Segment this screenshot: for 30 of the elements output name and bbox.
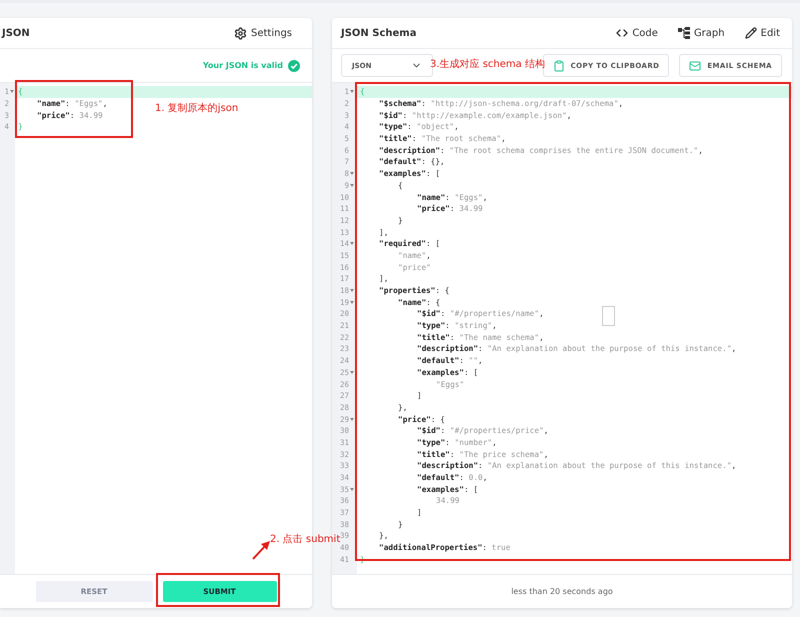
fold-icon[interactable] xyxy=(350,370,354,374)
view-tab[interactable]: Code xyxy=(616,27,658,39)
fold-icon[interactable] xyxy=(350,184,354,187)
hierarchy-icon xyxy=(678,27,690,39)
annotation-note: 1. 复制原本的json xyxy=(155,102,238,115)
code-icon xyxy=(616,27,628,39)
cursor-outline xyxy=(602,306,615,326)
fold-icon[interactable] xyxy=(350,488,354,491)
panel-title: JSON xyxy=(2,28,30,38)
validation-message: Your JSON is valid xyxy=(202,61,283,70)
clipboard-icon xyxy=(552,60,565,72)
pencil-icon xyxy=(744,27,757,39)
fold-icon[interactable] xyxy=(350,90,354,94)
fold-icon[interactable] xyxy=(350,242,354,246)
panel-title: JSON Schema xyxy=(341,28,416,38)
settings-button[interactable]: Settings xyxy=(234,26,292,40)
fold-icon[interactable] xyxy=(350,289,354,292)
annotation-note: 2. 点击 submit xyxy=(270,532,340,545)
fold-icon[interactable] xyxy=(350,300,354,304)
settings-icon xyxy=(234,26,247,40)
fold-icon[interactable] xyxy=(350,418,354,421)
check-circle-icon xyxy=(288,60,300,72)
view-tab[interactable]: Graph xyxy=(678,27,725,39)
mail-icon xyxy=(689,60,702,72)
annotation-arrow xyxy=(251,539,271,561)
timestamp: less than 20 seconds ago xyxy=(511,587,613,596)
view-tab[interactable]: Edit xyxy=(744,27,780,39)
annotation-note: 3.生成对应 schema 结构 xyxy=(430,58,545,71)
fold-icon[interactable] xyxy=(10,90,14,94)
fold-icon[interactable] xyxy=(350,172,354,176)
